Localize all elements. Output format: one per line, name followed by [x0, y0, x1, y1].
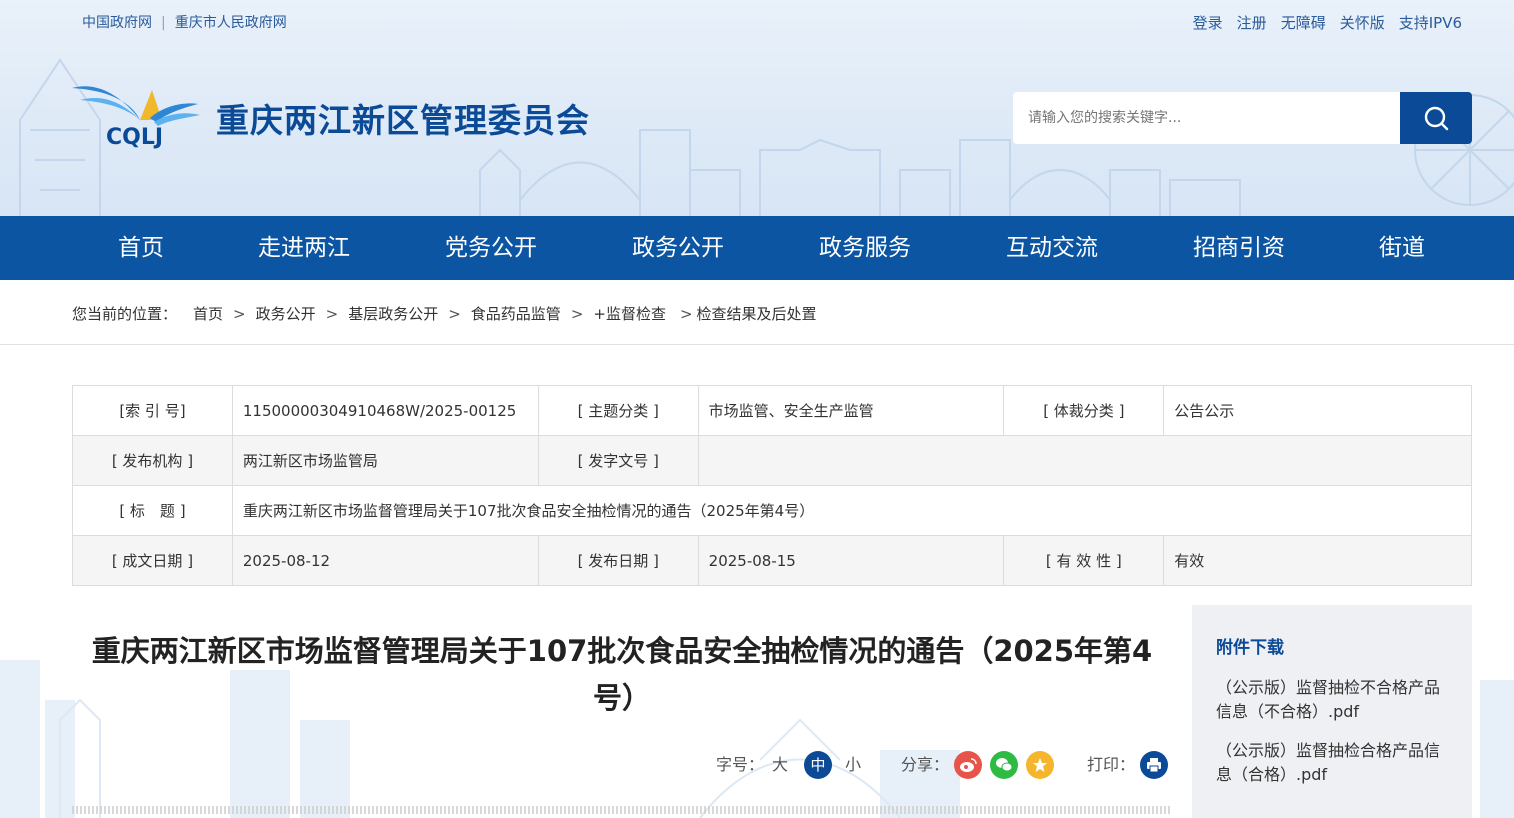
search-icon: [1424, 106, 1449, 131]
validity-value: 有效: [1163, 535, 1472, 586]
attachments-panel: 附件下载 （公示版）监督抽检不合格产品信息（不合格）.pdf （公示版）监督抽检…: [1192, 605, 1472, 818]
search-input[interactable]: [1013, 92, 1401, 144]
link-cq-gov[interactable]: 重庆市人民政府网: [175, 12, 287, 32]
table-row: [ 标 题 ] 重庆两江新区市场监督管理局关于107批次食品安全抽检情况的通告（…: [72, 485, 1473, 536]
index-value: 11500000304910468W/2025-00125: [231, 385, 539, 436]
breadcrumb-home[interactable]: 首页: [193, 303, 223, 324]
top-links-left: 中国政府网 | 重庆市人民政府网: [82, 12, 287, 32]
breadcrumb-separator: >: [679, 305, 693, 323]
breadcrumb: 您当前的位置： 首页 > 政务公开 > 基层政务公开 > 食品药品监管 > +监督检查 > 检查结果及…: [72, 303, 817, 324]
weibo-share-button[interactable]: [954, 751, 982, 779]
font-size-medium[interactable]: 中: [804, 751, 832, 779]
accessibility-link[interactable]: 无障碍: [1281, 14, 1326, 32]
font-size-small[interactable]: 小: [845, 750, 861, 780]
breadcrumb-separator: >: [570, 305, 584, 323]
table-row: [ 成文日期 ] 2025-08-12 [ 发布日期 ] 2025-08-15 …: [72, 535, 1472, 586]
ipv6-link[interactable]: 支持IPV6: [1399, 14, 1462, 32]
font-size-label: 字号：: [716, 755, 765, 774]
breadcrumb-grassroots[interactable]: 基层政务公开: [348, 303, 438, 324]
written-date-value: 2025-08-12: [231, 535, 539, 586]
title-label: [ 标 题 ]: [72, 485, 233, 536]
nav-item-gov-affairs[interactable]: 政务公开: [622, 216, 734, 280]
search-box: [1013, 92, 1401, 144]
nav-item-home[interactable]: 首页: [101, 216, 181, 280]
breadcrumb-inspection[interactable]: +监督检查: [593, 303, 666, 324]
site-title: 重庆两江新区管理委员会: [216, 101, 590, 140]
wechat-icon: [996, 758, 1013, 772]
weibo-icon: [960, 758, 977, 772]
login-link[interactable]: 登录: [1193, 14, 1223, 32]
star-icon: [1033, 758, 1047, 772]
top-links-right: 登录 注册 无障碍 关怀版 支持IPV6: [1179, 12, 1462, 33]
share-label: 分享：: [901, 755, 950, 774]
table-row: [索 引 号] 11500000304910468W/2025-00125 [ …: [72, 385, 1472, 436]
printer-icon: [1147, 758, 1161, 773]
print-label: 打印：: [1087, 755, 1136, 774]
publish-date-label: [ 发布日期 ]: [537, 535, 699, 586]
breadcrumb-separator: >: [448, 305, 461, 323]
docno-label: [ 发字文号 ]: [537, 435, 699, 486]
nav-item-gov-services[interactable]: 政务服务: [809, 216, 921, 280]
org-value: 两江新区市场监管局: [231, 435, 539, 486]
nav-item-streets[interactable]: 街道: [1370, 216, 1434, 280]
dotted-divider: [72, 806, 1172, 814]
index-label: [索 引 号]: [72, 385, 233, 436]
validity-label: [ 有 效 性 ]: [1003, 535, 1165, 586]
breadcrumb-separator: >: [325, 305, 339, 323]
attachment-link-unqualified[interactable]: （公示版）监督抽检不合格产品信息（不合格）.pdf: [1216, 676, 1448, 724]
main-nav: 首页 走进两江 党务公开 政务公开 政务服务 互动交流 招商引资 街道: [0, 216, 1514, 280]
title-value: 重庆两江新区市场监督管理局关于107批次食品安全抽检情况的通告（2025年第4号…: [231, 485, 1473, 536]
document-info-table: [索 引 号] 11500000304910468W/2025-00125 [ …: [72, 385, 1473, 586]
breadcrumb-gov-affairs[interactable]: 政务公开: [256, 303, 316, 324]
breadcrumb-prefix: 您当前的位置：: [72, 305, 178, 323]
link-separator: |: [161, 15, 166, 31]
attachment-link-qualified[interactable]: （公示版）监督抽检合格产品信息（合格）.pdf: [1216, 739, 1448, 787]
search-button[interactable]: [1400, 92, 1472, 144]
font-size-large[interactable]: 大: [772, 750, 788, 780]
svg-text:CQLJ: CQLJ: [106, 125, 163, 150]
attachments-title: 附件下载: [1216, 638, 1284, 658]
favorite-share-button[interactable]: [1026, 751, 1054, 779]
link-gov-cn[interactable]: 中国政府网: [82, 12, 152, 32]
nav-item-interaction[interactable]: 互动交流: [996, 216, 1108, 280]
topic-value: 市场监管、安全生产监管: [697, 385, 1005, 436]
table-row: [ 发布机构 ] 两江新区市场监管局 [ 发字文号 ]: [72, 435, 1473, 486]
cqlj-logo[interactable]: CQLJ: [70, 80, 200, 150]
nav-item-party-affairs[interactable]: 党务公开: [435, 216, 547, 280]
care-mode-link[interactable]: 关怀版: [1340, 14, 1385, 32]
nav-item-investment[interactable]: 招商引资: [1183, 216, 1295, 280]
genre-value: 公告公示: [1163, 385, 1472, 436]
wechat-share-button[interactable]: [990, 751, 1018, 779]
topic-label: [ 主题分类 ]: [537, 385, 699, 436]
written-date-label: [ 成文日期 ]: [72, 535, 233, 586]
docno-value: [697, 435, 1473, 486]
breadcrumb-results[interactable]: 检查结果及后处置: [697, 303, 817, 324]
breadcrumb-separator: >: [233, 305, 246, 323]
nav-item-about[interactable]: 走进两江: [248, 216, 360, 280]
org-label: [ 发布机构 ]: [72, 435, 233, 486]
publish-date-value: 2025-08-15: [697, 535, 1005, 586]
register-link[interactable]: 注册: [1237, 14, 1267, 32]
genre-label: [ 体裁分类 ]: [1003, 385, 1165, 436]
breadcrumb-food-drug[interactable]: 食品药品监管: [471, 303, 561, 324]
site-header: 中国政府网 | 重庆市人民政府网 登录 注册 无障碍 关怀版 支持IPV6 CQLJ 重庆两…: [0, 0, 1514, 216]
article-title: 重庆两江新区市场监督管理局关于107批次食品安全抽检情况的通告（2025年第4号…: [91, 634, 1153, 715]
breadcrumb-divider: [0, 344, 1514, 345]
print-button[interactable]: [1140, 751, 1168, 779]
